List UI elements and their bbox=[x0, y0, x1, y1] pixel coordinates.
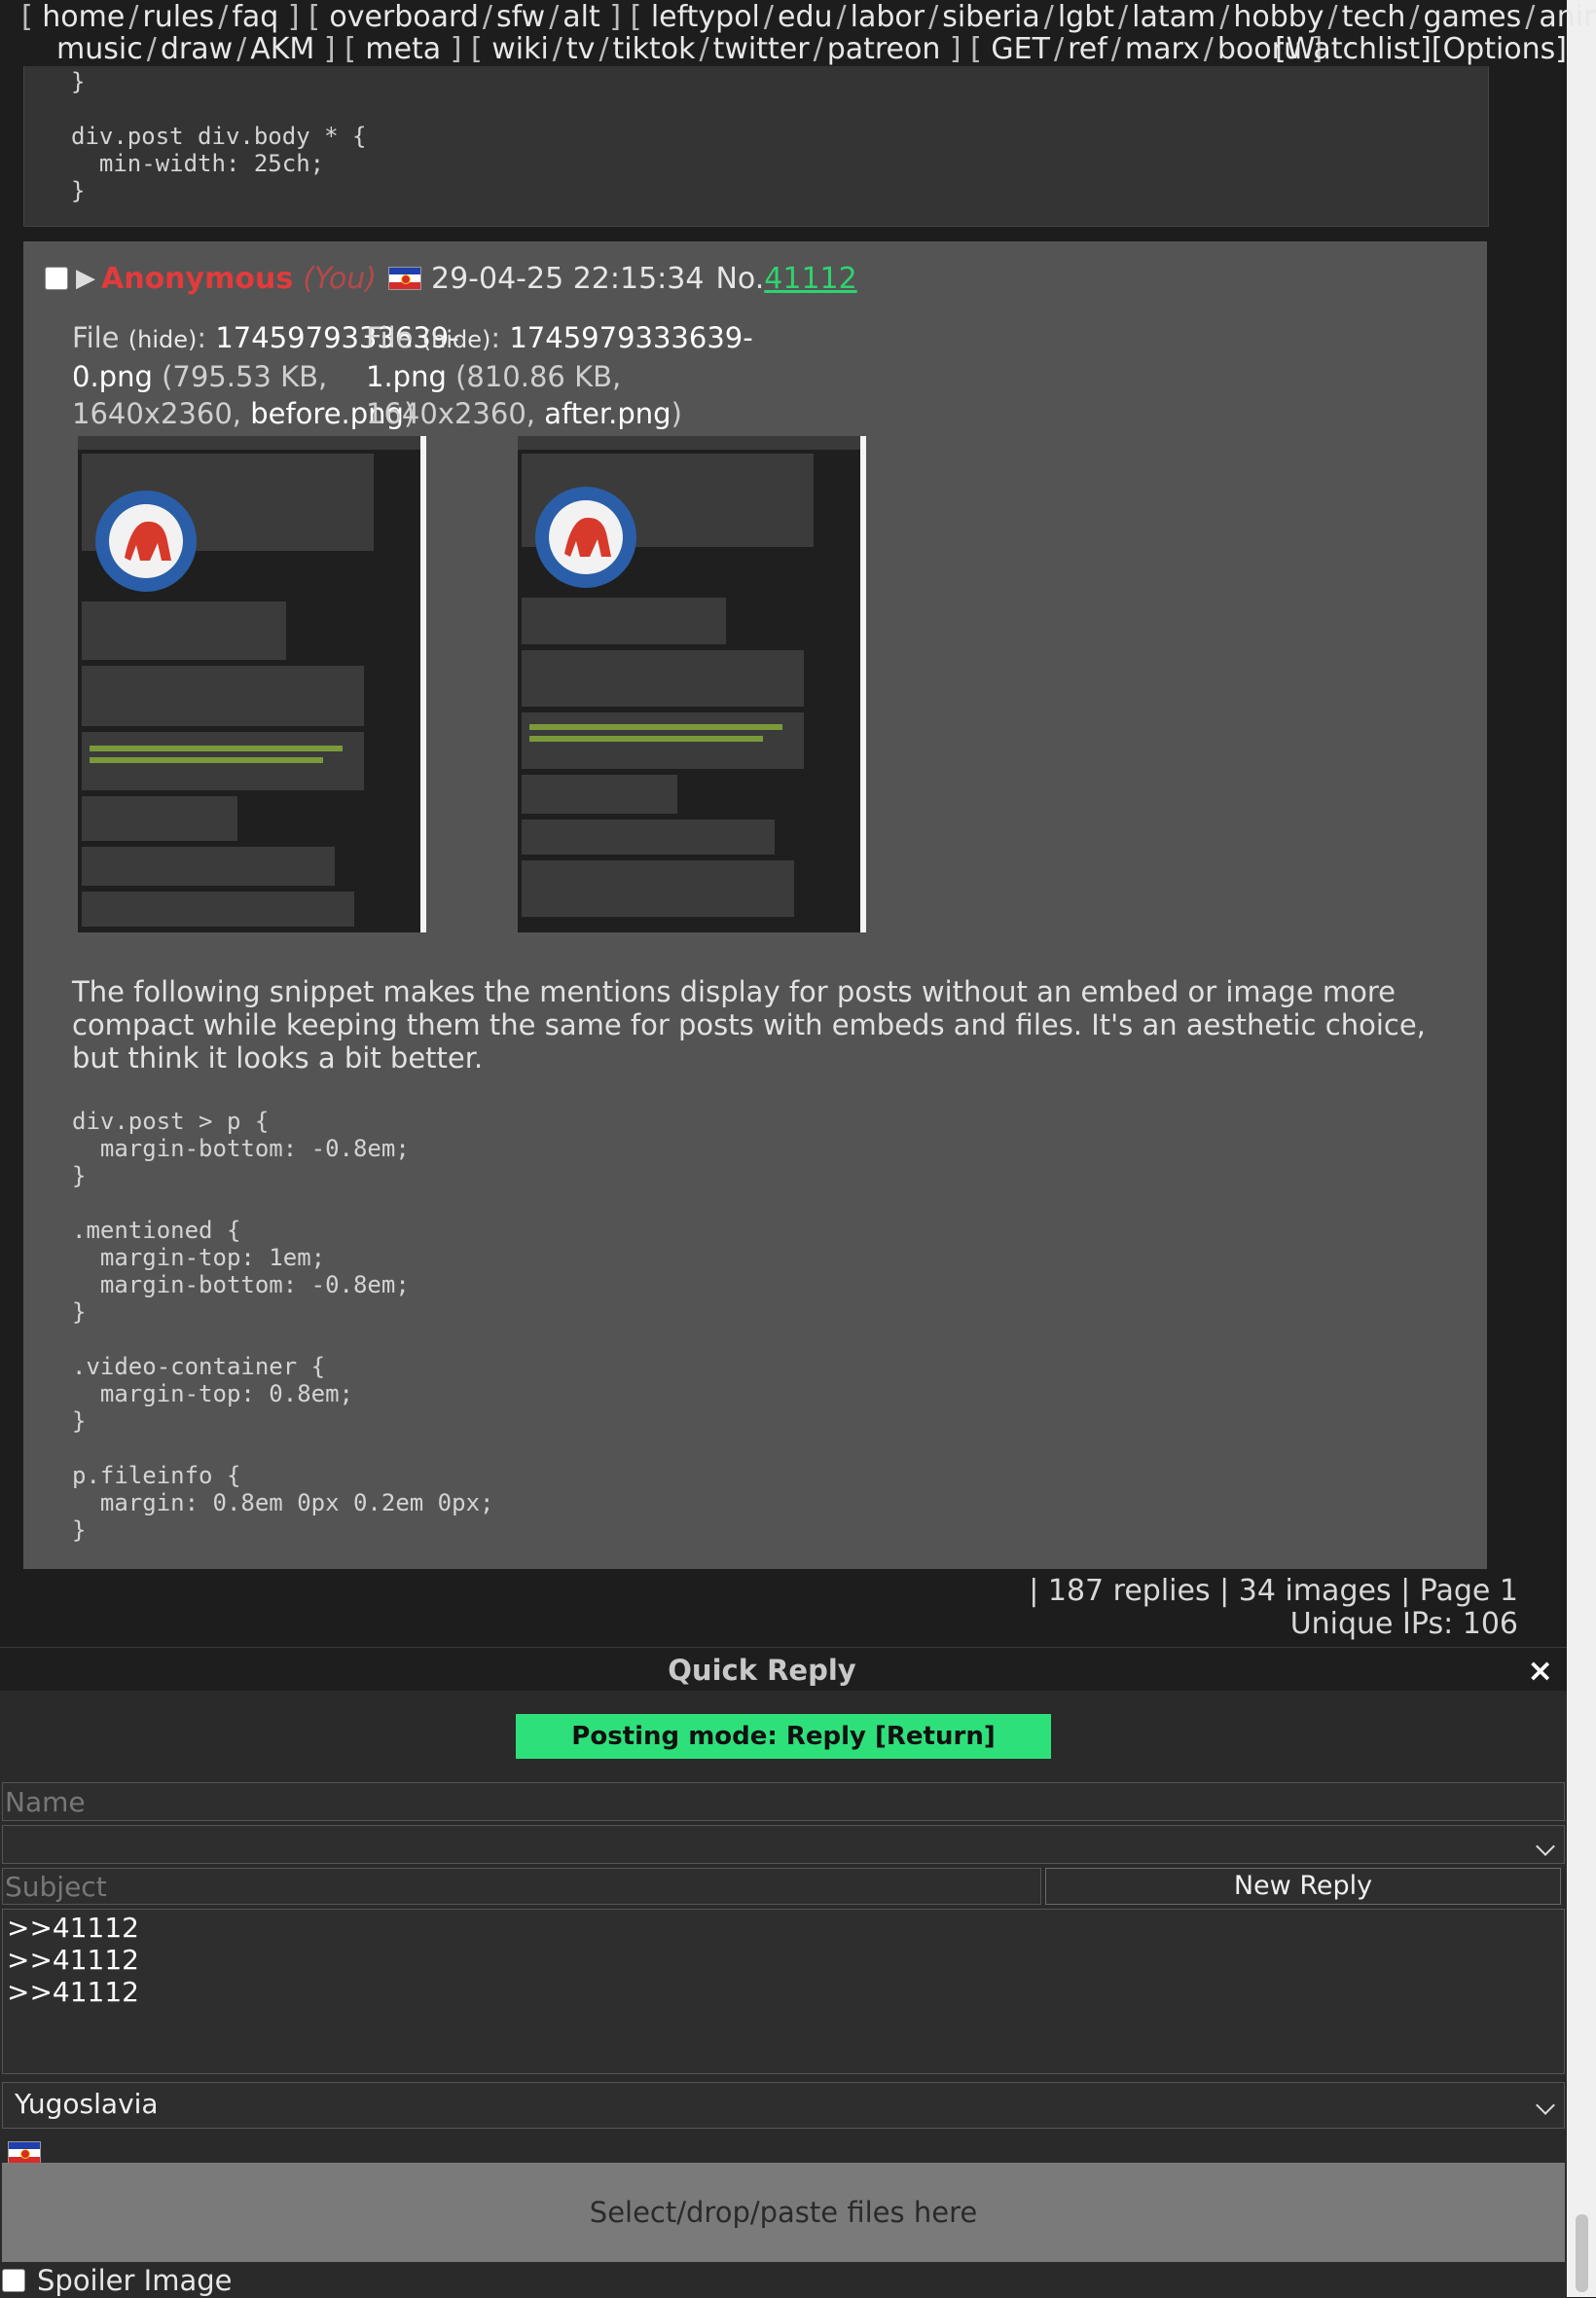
post-date: 29-04-25 22:15:34 bbox=[431, 261, 705, 296]
name-field[interactable] bbox=[2, 1782, 1565, 1821]
board-link-rules[interactable]: rules bbox=[142, 0, 214, 34]
page-scrollbar[interactable] bbox=[1567, 0, 1596, 2297]
spoiler-checkbox[interactable] bbox=[2, 2269, 25, 2292]
board-link-faq[interactable]: faq bbox=[232, 0, 278, 34]
watchlist-link[interactable]: [Watchlist] bbox=[1275, 32, 1432, 66]
yugoslavia-flag-icon bbox=[388, 267, 421, 290]
board-link-hobby[interactable]: hobby bbox=[1233, 0, 1324, 34]
board-link-overboard[interactable]: overboard bbox=[329, 0, 479, 34]
board-link-wiki[interactable]: wiki bbox=[491, 32, 549, 66]
post-code-block: div.post > p { margin-bottom: -0.8em; } … bbox=[72, 1108, 494, 1544]
options-link[interactable]: [Options] bbox=[1432, 32, 1567, 66]
new-reply-button[interactable]: New Reply bbox=[1045, 1868, 1561, 1905]
email-options-select[interactable] bbox=[2, 1825, 1565, 1864]
spoiler-label: Spoiler Image bbox=[37, 2264, 233, 2297]
nav-line-2: music / draw / AKM ] [ meta ] [ wiki / tv / tikt… bbox=[56, 32, 1324, 66]
post-select-checkbox[interactable] bbox=[45, 267, 68, 290]
thread-stats-counts: | 187 replies | 34 images | Page 1 bbox=[1029, 1574, 1518, 1608]
file-info-1: File (hide): 1745979333639-1.png (810.86… bbox=[366, 321, 753, 430]
top-nav-bar: [ home / rules / faq ] [ overboard / sfw / alt ]… bbox=[0, 0, 1596, 66]
board-link-latam[interactable]: latam bbox=[1132, 0, 1215, 34]
board-link-tech[interactable]: tech bbox=[1342, 0, 1406, 34]
post-header: ▶ Anonymous (You) 29-04-25 22:15:34 No.4… bbox=[45, 257, 857, 300]
message-textarea[interactable]: >>41112 >>41112 >>41112 bbox=[2, 1909, 1565, 2074]
board-link-anime[interactable]: anime bbox=[1539, 0, 1596, 34]
thread-stats: | 187 replies | 34 images | Page 1 Uniqu… bbox=[1029, 1575, 1518, 1641]
hide-file-link[interactable]: (hide) bbox=[422, 326, 491, 353]
file-dropzone[interactable]: Select/drop/paste files here bbox=[2, 2163, 1565, 2262]
spoiler-option: Spoiler Image bbox=[2, 2264, 232, 2297]
board-link-labor[interactable]: labor bbox=[851, 0, 925, 34]
board-link-meta[interactable]: meta bbox=[365, 32, 441, 66]
post-number: No.41112 bbox=[715, 261, 857, 296]
nav-line-1: [ home / rules / faq ] [ overboard / sfw / alt ]… bbox=[21, 0, 1596, 34]
flag-select-value: Yugoslavia bbox=[15, 2088, 159, 2120]
yugoslavia-flag-icon bbox=[8, 2141, 41, 2165]
board-link-home[interactable]: home bbox=[42, 0, 125, 34]
chevron-down-icon bbox=[1536, 2096, 1555, 2115]
board-link-games[interactable]: games bbox=[1424, 0, 1522, 34]
subject-field[interactable] bbox=[2, 1868, 1041, 1905]
previous-post-code: } div.post div.body * { min-width: 25ch;… bbox=[71, 68, 367, 204]
board-link-patreon[interactable]: patreon bbox=[827, 32, 941, 66]
hide-file-link[interactable]: (hide) bbox=[128, 326, 198, 353]
board-link-get[interactable]: GET bbox=[991, 32, 1050, 66]
board-link-siberia[interactable]: siberia bbox=[942, 0, 1040, 34]
board-link-alt[interactable]: alt bbox=[562, 0, 599, 34]
board-link-twitter[interactable]: twitter bbox=[713, 32, 810, 66]
scrollbar-thumb[interactable] bbox=[1576, 2214, 1588, 2292]
previous-post: } div.post div.body * { min-width: 25ch;… bbox=[23, 39, 1489, 227]
close-icon[interactable]: × bbox=[1527, 1652, 1553, 1689]
poster-name: Anonymous bbox=[101, 261, 294, 296]
quick-reply-header[interactable]: Quick Reply × bbox=[0, 1648, 1567, 1691]
board-link-tv[interactable]: tv bbox=[566, 32, 596, 66]
triangle-expand-icon[interactable]: ▶ bbox=[76, 264, 95, 293]
board-link-lgbt[interactable]: lgbt bbox=[1058, 0, 1114, 34]
you-marker: (You) bbox=[303, 261, 377, 296]
chevron-down-icon bbox=[1536, 1837, 1555, 1856]
board-link-music[interactable]: music bbox=[56, 32, 143, 66]
post-number-link[interactable]: 41112 bbox=[764, 262, 856, 296]
board-link-leftypol[interactable]: leftypol bbox=[651, 0, 760, 34]
flag-select[interactable]: Yugoslavia bbox=[2, 2082, 1565, 2129]
board-link-ref[interactable]: ref bbox=[1068, 32, 1107, 66]
file-thumbnail-after[interactable] bbox=[518, 436, 866, 932]
nav-right: [Watchlist][Options] bbox=[1275, 32, 1567, 66]
board-link-akm[interactable]: AKM bbox=[250, 32, 314, 66]
post-body-text: The following snippet makes the mentions… bbox=[72, 975, 1426, 1075]
board-link-edu[interactable]: edu bbox=[778, 0, 833, 34]
thread-stats-unique-ips: Unique IPs: 106 bbox=[1289, 1607, 1518, 1641]
posting-mode-banner: Posting mode: Reply [Return] bbox=[516, 1714, 1051, 1759]
reply-post: ▶ Anonymous (You) 29-04-25 22:15:34 No.4… bbox=[23, 241, 1487, 1569]
board-link-marx[interactable]: marx bbox=[1125, 32, 1200, 66]
board-link-draw[interactable]: draw bbox=[161, 32, 233, 66]
board-link-sfw[interactable]: sfw bbox=[496, 0, 545, 34]
file-thumbnail-before[interactable] bbox=[78, 436, 426, 932]
board-link-tiktok[interactable]: tiktok bbox=[613, 32, 696, 66]
quick-reply-title: Quick Reply bbox=[668, 1654, 856, 1687]
